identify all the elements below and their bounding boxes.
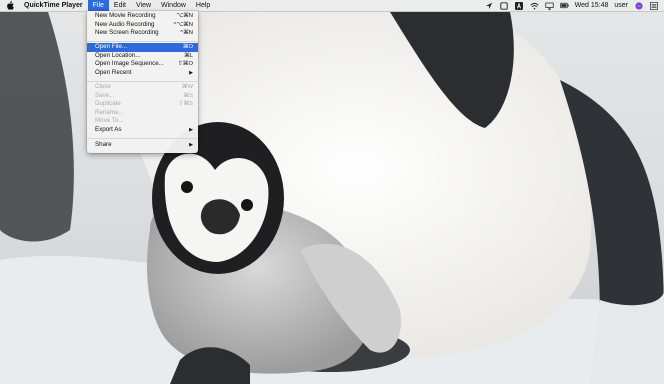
menu-item-close: Close ⌘W <box>87 83 198 92</box>
menu-item-label: Export As <box>95 126 122 133</box>
menu-item-label: Open File... <box>95 43 127 50</box>
submenu-arrow-icon: ▶ <box>189 69 193 76</box>
submenu-arrow-icon: ▶ <box>189 141 193 148</box>
menu-separator <box>87 137 198 139</box>
menu-item-label: New Movie Recording <box>95 12 156 19</box>
airplay-icon[interactable] <box>545 1 554 10</box>
menu-item-new-movie-recording[interactable]: New Movie Recording ⌥⌘N <box>87 12 198 21</box>
menu-item-shortcut: ⌘W <box>181 84 193 90</box>
menu-item-label: Open Image Sequence... <box>95 60 164 68</box>
menu-item-label: Move To... <box>95 117 124 125</box>
menubar-clock[interactable]: Wed 15:48 <box>575 2 609 9</box>
square-icon[interactable] <box>500 1 509 10</box>
notification-list-icon[interactable] <box>649 1 658 10</box>
menu-item-export-as[interactable]: Export As ▶ <box>87 126 198 135</box>
menu-item-shortcut: ⌘L <box>183 52 193 59</box>
menu-item-save: Save... ⌘S <box>87 92 198 101</box>
menu-item-shortcut: ⌥⌘N <box>176 13 193 19</box>
menu-item-new-audio-recording[interactable]: New Audio Recording ^⌥⌘N <box>87 21 198 30</box>
menu-window[interactable]: Window <box>156 0 191 11</box>
menu-item-move-to: Move To... <box>87 117 198 126</box>
menu-item-label: New Screen Recording <box>95 29 159 37</box>
menu-item-new-screen-recording[interactable]: New Screen Recording ^⌘N <box>87 29 198 38</box>
menu-item-open-recent[interactable]: Open Recent ▶ <box>87 69 198 78</box>
location-icon[interactable] <box>485 1 494 10</box>
menu-bar: QuickTime Player File Edit View Window H… <box>0 0 664 11</box>
menu-item-rename: Rename... <box>87 109 198 118</box>
menu-item-shortcut: ⇧⌘S <box>178 101 193 108</box>
wifi-icon[interactable] <box>530 1 539 10</box>
menu-help[interactable]: Help <box>191 0 215 11</box>
menu-view[interactable]: View <box>131 0 156 11</box>
file-menu-dropdown: New Movie Recording ⌥⌘N New Audio Record… <box>87 11 198 153</box>
menu-item-share[interactable]: Share ▶ <box>87 141 198 150</box>
menu-item-label: Close <box>95 83 111 90</box>
menu-item-label: Rename... <box>95 108 124 116</box>
menu-edit[interactable]: Edit <box>109 0 131 11</box>
menu-item-shortcut: ⌘S <box>183 92 193 99</box>
menu-item-shortcut: ⌘O <box>182 44 193 50</box>
menu-item-open-location[interactable]: Open Location... ⌘L <box>87 52 198 61</box>
battery-icon[interactable] <box>559 1 569 10</box>
menu-separator <box>87 80 198 82</box>
menu-item-open-file[interactable]: Open File... ⌘O <box>87 43 198 52</box>
menu-item-label: Share <box>95 140 112 148</box>
menu-item-label: Open Recent <box>95 68 132 76</box>
apple-menu-icon[interactable] <box>0 1 20 10</box>
menu-file[interactable]: File <box>87 0 109 11</box>
menu-item-shortcut: ⇧⌘O <box>177 61 193 68</box>
menu-item-label: Duplicate <box>95 100 121 108</box>
menu-item-open-image-sequence[interactable]: Open Image Sequence... ⇧⌘O <box>87 60 198 69</box>
siri-icon[interactable] <box>634 1 643 10</box>
menu-item-shortcut: ^⌥⌘N <box>173 21 193 28</box>
app-name-menu[interactable]: QuickTime Player <box>20 0 88 11</box>
submenu-arrow-icon: ▶ <box>189 127 193 133</box>
menu-item-label: Save... <box>95 91 115 99</box>
adobe-icon[interactable] <box>515 1 524 10</box>
menu-item-label: Open Location... <box>95 51 141 59</box>
menu-item-duplicate: Duplicate ⇧⌘S <box>87 100 198 109</box>
menu-separator <box>87 40 198 42</box>
menu-item-shortcut: ^⌘N <box>180 30 193 37</box>
menubar-user[interactable]: user <box>614 2 628 9</box>
menu-item-label: New Audio Recording <box>95 20 155 28</box>
